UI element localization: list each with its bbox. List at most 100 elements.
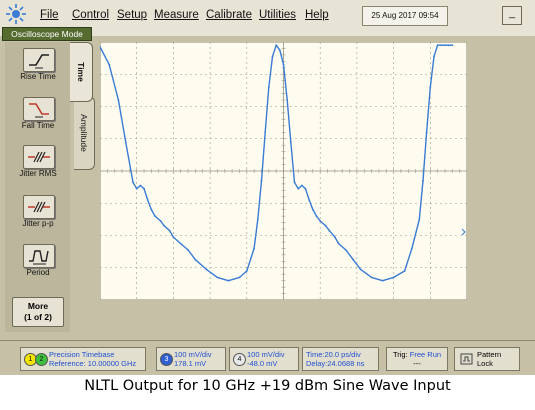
channel-3-indicator: 3: [160, 353, 173, 366]
menu-utilities[interactable]: Utilities: [259, 9, 296, 21]
rise-time-tool[interactable]: Rise Time: [10, 48, 66, 88]
waveform-sample-point: [436, 44, 439, 47]
waveform-sample-point: [429, 86, 432, 89]
waveform-sample-point: [260, 179, 263, 182]
fall-time-tool[interactable]: Fall Time: [10, 97, 66, 137]
precision-timebase-label: Precision Timebase: [49, 350, 115, 359]
minimize-button[interactable]: _: [502, 6, 522, 25]
waveform-sample-point: [271, 55, 274, 58]
pattern-lock-icon: [460, 353, 473, 365]
jitter-pp-button[interactable]: [23, 195, 55, 219]
menu-file[interactable]: File: [40, 9, 59, 21]
waveform-sample-point: [304, 187, 307, 190]
tab-time[interactable]: Time: [70, 42, 93, 102]
waveform-sample-point: [337, 242, 340, 245]
figure-caption: NLTL Output for 10 GHz +19 dBm Sine Wave…: [84, 378, 451, 394]
pattern-lock-button[interactable]: Pattern Lock: [454, 347, 520, 371]
menu-calibrate[interactable]: Calibrate: [206, 9, 252, 21]
date-time-display: 25 Aug 2017 09:54: [362, 6, 448, 26]
channel-4-indicator: 4: [233, 353, 246, 366]
trigger-status[interactable]: Trig: Free Run ---: [386, 347, 448, 371]
tab-amplitude-label: Amplitude: [79, 114, 89, 152]
tab-time-label: Time: [76, 62, 86, 82]
period-icon: [29, 250, 49, 265]
waveform-sample-point: [352, 258, 355, 261]
waveform-sample-point: [132, 181, 134, 184]
menu-control[interactable]: Control: [72, 9, 109, 21]
time-delay: Delay:24.0688 ns: [306, 359, 365, 368]
measurement-panel: Rise Time Fall Time Jitter RMS Jitter p-…: [5, 42, 70, 332]
waveform-sample-point: [179, 242, 182, 245]
waveform-sample-point: [135, 187, 138, 190]
waveform-sample-point: [275, 44, 278, 47]
time-status[interactable]: Time:20.0 ps/div Delay:24.0688 ns: [302, 347, 379, 371]
waveform-sample-point: [278, 49, 281, 51]
waveform-sample-point: [267, 86, 270, 89]
waveform-sample-point: [334, 236, 336, 239]
waveform-sample-point: [216, 276, 219, 279]
waveform-sample-point: [308, 199, 311, 201]
app-logo-icon[interactable]: [5, 3, 27, 25]
jitter-rms-button[interactable]: [23, 145, 55, 169]
more-button[interactable]: More (1 of 2): [12, 297, 64, 327]
channel-4-offset: -48.0 mV: [247, 359, 278, 368]
waveform-sample-point: [227, 279, 230, 282]
trigger-mode: Free Run: [409, 350, 442, 359]
menu-measure[interactable]: Measure: [154, 9, 199, 21]
channel-4-status[interactable]: 4 100 mV/div -48.0 mV: [229, 347, 299, 371]
waveform-sample-point: [315, 215, 318, 218]
waveform-sample-point: [256, 218, 259, 221]
waveform-sample-point: [451, 44, 454, 47]
channel-3-status[interactable]: 3 100 mV/div 178.1 mV: [156, 347, 226, 371]
fall-time-icon: [29, 103, 49, 118]
waveform-sample-point: [163, 224, 166, 227]
menu-setup[interactable]: Setup: [117, 9, 147, 21]
waveform-sample-point: [422, 179, 424, 182]
pattern-lock-label-2: Lock: [477, 359, 493, 368]
fall-time-label: Fall Time: [21, 121, 55, 130]
waveform-sample-point: [194, 258, 197, 261]
pattern-lock-label-1: Pattern: [477, 350, 502, 359]
waveform-sample-point: [440, 44, 443, 47]
rise-time-label: Rise Time: [20, 72, 56, 81]
waveform-display[interactable]: [100, 42, 467, 300]
period-button[interactable]: [23, 244, 55, 268]
waveform-sample-point: [117, 99, 120, 101]
channel-2-indicator: 2: [35, 353, 48, 366]
waveform-sample-point: [381, 279, 384, 282]
waveform-sample-point: [359, 268, 362, 271]
waveform-sample-point: [253, 247, 256, 250]
waveform-sample-point: [433, 55, 435, 58]
rise-time-button[interactable]: [23, 48, 55, 72]
waveform-sample-point: [444, 44, 446, 47]
fall-time-button[interactable]: [23, 97, 55, 121]
time-scale: Time:20.0 ps/div: [306, 350, 361, 359]
menu-help[interactable]: Help: [305, 9, 329, 21]
waveform-sample-point: [159, 220, 162, 222]
oscilloscope-mode-label[interactable]: Oscilloscope Mode: [2, 27, 92, 41]
trigger-sub: ---: [413, 359, 421, 368]
waveform-sample-point: [124, 141, 127, 143]
trigger-label: Trig:: [392, 350, 408, 359]
waveform-sample-point: [154, 215, 156, 218]
oscilloscope-window: File Control Setup Measure Calibrate Uti…: [0, 0, 535, 375]
period-tool[interactable]: Period: [10, 244, 66, 284]
channel-4-scale: 100 mV/div: [247, 350, 285, 359]
waveform-sample-point: [150, 208, 153, 211]
waveform-sample-point: [425, 131, 428, 134]
waveform-sample-point: [146, 199, 149, 201]
tab-amplitude[interactable]: Amplitude: [74, 96, 95, 170]
waveform-sample-point: [168, 229, 171, 232]
waveform-sample-point: [370, 276, 373, 279]
waveform-sample-point: [319, 220, 322, 222]
waveform-sample-point: [286, 99, 289, 101]
period-label: Period: [26, 268, 50, 277]
rise-time-icon: [29, 54, 49, 69]
waveform-sample-point: [187, 249, 189, 251]
waveform-sample-point: [403, 270, 406, 272]
reference-frequency: Reference: 10.00000 GHz: [49, 359, 137, 368]
jitter-pp-tool[interactable]: Jitter p-p: [10, 195, 66, 235]
more-button-page: (1 of 2): [24, 312, 52, 322]
timebase-status[interactable]: 1 2 Precision Timebase Reference: 10.000…: [20, 347, 146, 371]
jitter-rms-tool[interactable]: Jitter RMS: [10, 145, 66, 185]
